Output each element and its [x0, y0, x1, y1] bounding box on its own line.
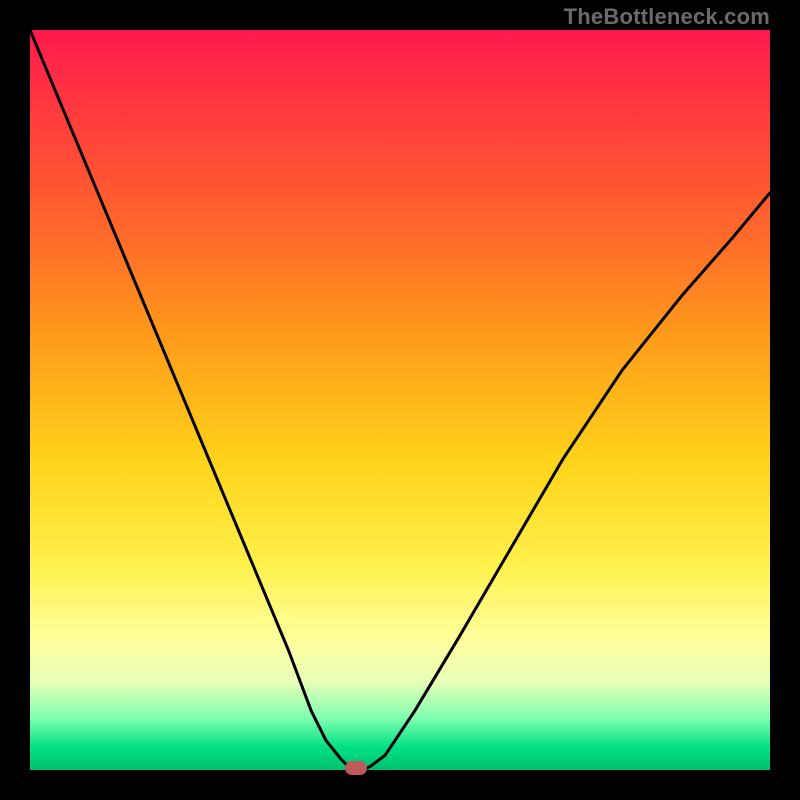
bottleneck-curve [30, 30, 770, 770]
optimal-point-marker [345, 761, 367, 775]
curve-layer [30, 30, 770, 770]
chart-frame: TheBottleneck.com [0, 0, 800, 800]
watermark-text: TheBottleneck.com [564, 4, 770, 30]
